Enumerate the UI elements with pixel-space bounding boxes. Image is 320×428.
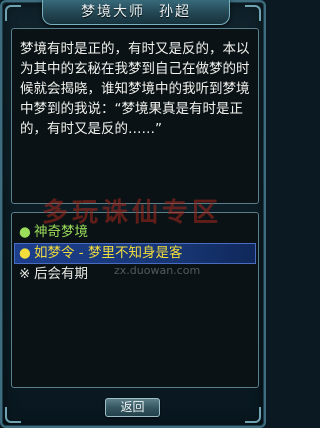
window-title-bar[interactable]: 梦境大师 孙超 [42, 0, 230, 25]
option-label: 如梦令 - 梦里不知身是客 [34, 245, 183, 261]
option-magic-dream[interactable]: ● 神奇梦境 [16, 223, 254, 242]
frame-corner-ornament [5, 5, 21, 21]
option-rumengling[interactable]: ● 如梦令 - 梦里不知身是客 [14, 243, 256, 264]
dialog-text-panel: 梦境有时是正的，有时又是反的，本以为其中的玄秘在我梦到自己在做梦的时候就会揭晓，… [11, 28, 259, 204]
bullet-dot-icon: ● [19, 224, 31, 240]
option-farewell[interactable]: ※ 后会有期 [16, 265, 254, 284]
npc-name: 孙超 [159, 4, 191, 20]
frame-corner-ornament [5, 407, 21, 423]
dialog-options-panel: ● 神奇梦境 ● 如梦令 - 梦里不知身是客 ※ 后会有期 [11, 212, 259, 388]
bullet-dot-icon: ● [19, 245, 31, 261]
return-button[interactable]: 返回 [105, 398, 160, 417]
option-label: 后会有期 [34, 266, 88, 282]
frame-corner-ornament [245, 5, 261, 21]
dialog-text: 梦境有时是正的，有时又是反的，本以为其中的玄秘在我梦到自己在做梦的时候就会揭晓，… [20, 41, 250, 137]
option-label: 神奇梦境 [34, 224, 88, 240]
npc-dialog-window: 梦境大师 孙超 梦境有时是正的，有时又是反的，本以为其中的玄秘在我梦到自己在做梦的… [0, 0, 266, 428]
npc-title: 梦境大师 [81, 4, 145, 20]
frame-corner-ornament [245, 407, 261, 423]
reference-mark-icon: ※ [19, 266, 31, 282]
